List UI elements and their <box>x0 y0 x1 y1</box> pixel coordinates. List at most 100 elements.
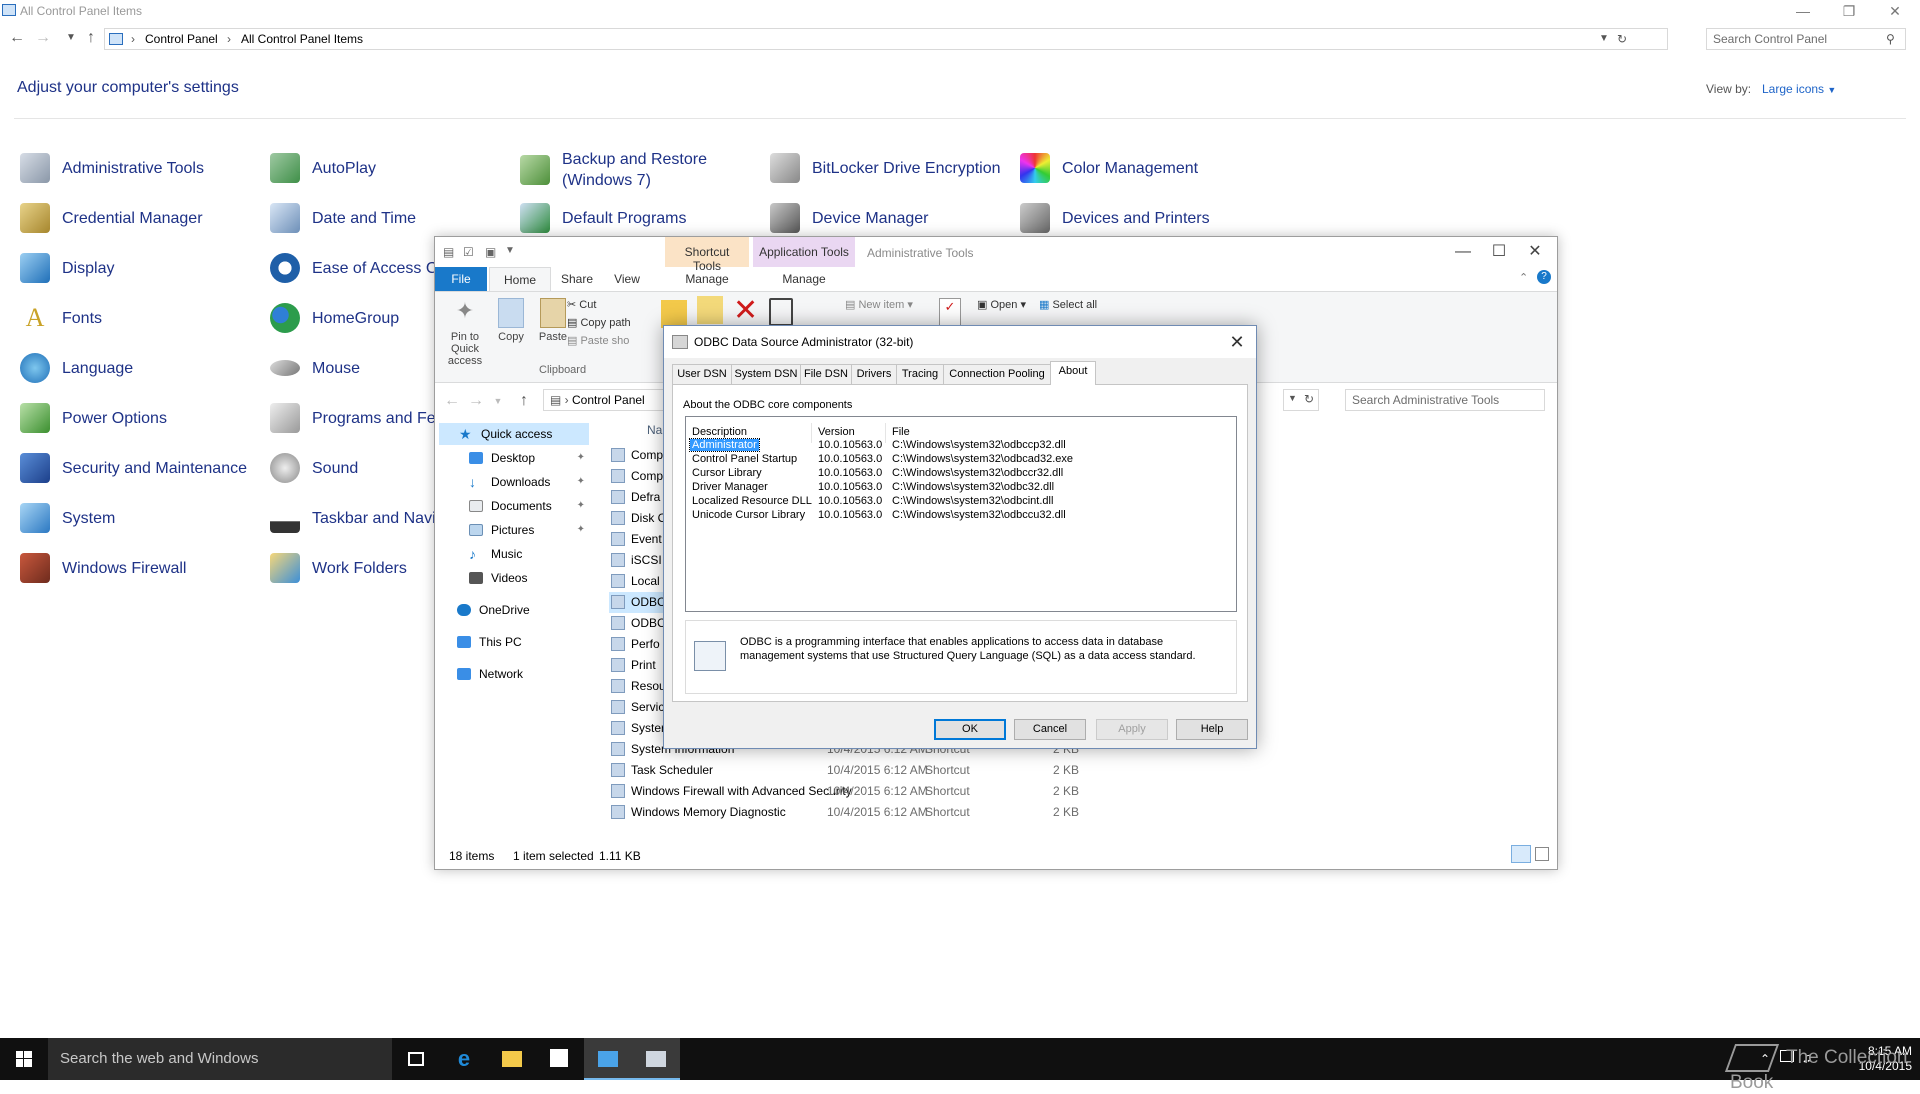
cp-item-color-management[interactable]: Color Management <box>1020 148 1198 188</box>
taskbar-control-panel-button[interactable] <box>584 1038 632 1080</box>
file-row[interactable]: Windows Memory Diagnostic 10/4/2015 6:12 … <box>609 802 1249 823</box>
cp-item-mouse[interactable]: Mouse <box>270 348 360 388</box>
cut-button[interactable]: ✂ Cut <box>567 298 596 311</box>
minimize-button[interactable]: — <box>1780 0 1826 22</box>
up-arrow-icon[interactable]: ↑ <box>82 28 100 48</box>
explorer-search-input[interactable]: Search Administrative Tools <box>1345 389 1545 411</box>
cp-item-ease-of-access[interactable]: Ease of Access Ce <box>270 248 446 288</box>
taskbar-edge-button[interactable]: e <box>440 1038 488 1080</box>
cp-item-sound[interactable]: Sound <box>270 448 358 488</box>
cp-item-autoplay[interactable]: AutoPlay <box>270 148 376 188</box>
copy-to-icon[interactable] <box>697 296 723 324</box>
close-button[interactable]: ✕ <box>1872 0 1918 22</box>
explorer-breadcrumb[interactable]: Control Panel <box>572 393 645 407</box>
move-to-icon[interactable] <box>661 300 687 328</box>
address-box[interactable]: › Control Panel › All Control Panel Item… <box>104 28 1668 50</box>
nav-network[interactable]: Network <box>435 663 591 685</box>
nav-desktop[interactable]: Desktop ✦ <box>435 447 591 469</box>
properties-icon[interactable]: ▤ <box>443 245 454 259</box>
component-row[interactable]: Unicode Cursor Library 10.0.10563.0 C:\Win… <box>686 507 1236 524</box>
cp-item-windows-firewall[interactable]: Windows Firewall <box>20 548 186 588</box>
nav-documents[interactable]: Documents ✦ <box>435 495 591 517</box>
qat-dropdown-icon[interactable]: ▼ <box>505 245 515 256</box>
cp-item-programs-features[interactable]: Programs and Fe <box>270 398 436 438</box>
taskbar-search-input[interactable]: Search the web and Windows <box>48 1038 392 1080</box>
tab-file[interactable]: File <box>435 267 487 291</box>
cp-item-devices-printers[interactable]: Devices and Printers <box>1020 198 1210 238</box>
file-row[interactable]: Windows Firewall with Advanced Security 1… <box>609 781 1249 802</box>
tab-share[interactable]: Share <box>553 267 601 291</box>
cp-item-default-programs[interactable]: Default Programs <box>520 198 687 238</box>
delete-icon[interactable]: ✕ <box>733 296 758 326</box>
tab-about[interactable]: About <box>1050 361 1096 385</box>
explorer-minimize-button[interactable]: — <box>1443 239 1483 265</box>
tab-manage-shortcut[interactable]: Manage <box>665 267 749 291</box>
address-dropdown-chevron-icon[interactable]: ▼ <box>1599 33 1609 44</box>
restore-button[interactable]: ❐ <box>1826 0 1872 22</box>
tab-manage-application[interactable]: Manage <box>753 267 855 291</box>
back-arrow-icon[interactable]: ← <box>8 28 26 48</box>
cp-item-bitlocker[interactable]: BitLocker Drive Encryption <box>770 148 1001 188</box>
taskbar-file-explorer-button[interactable] <box>488 1038 536 1080</box>
tab-system-dsn[interactable]: System DSN <box>731 364 801 384</box>
tab-view[interactable]: View <box>603 267 651 291</box>
cp-item-administrative-tools[interactable]: Administrative Tools <box>20 148 204 188</box>
help-icon[interactable]: ? <box>1537 270 1551 284</box>
cp-item-backup-restore[interactable]: Backup and Restore (Windows 7) <box>520 148 722 192</box>
nav-pictures[interactable]: Pictures ✦ <box>435 519 591 541</box>
checkbox-qat-icon[interactable]: ☑ <box>463 245 474 259</box>
cp-item-security-maintenance[interactable]: Security and Maintenance <box>20 448 247 488</box>
nav-downloads[interactable]: ↓ Downloads ✦ <box>435 471 591 493</box>
collapse-ribbon-icon[interactable]: ⌃ <box>1519 271 1528 284</box>
cp-item-fonts[interactable]: A Fonts <box>20 298 102 338</box>
explorer-address-chevron-icon[interactable]: ▼ <box>1288 393 1297 403</box>
tab-connection-pooling[interactable]: Connection Pooling <box>943 364 1051 384</box>
cp-item-date-time[interactable]: Date and Time <box>270 198 416 238</box>
breadcrumb-control-panel[interactable]: Control Panel <box>145 32 218 46</box>
new-folder-qat-icon[interactable]: ▣ <box>485 245 496 259</box>
file-row[interactable]: Task Scheduler 10/4/2015 6:12 AM Shortcut 2… <box>609 760 1249 781</box>
large-icons-view-icon[interactable] <box>1535 847 1549 861</box>
taskbar-store-button[interactable] <box>536 1038 584 1080</box>
select-all-button[interactable]: ▦ Select all <box>1039 298 1097 311</box>
tab-file-dsn[interactable]: File DSN <box>800 364 852 384</box>
cp-item-credential-manager[interactable]: Credential Manager <box>20 198 203 238</box>
cp-item-language[interactable]: Language <box>20 348 133 388</box>
explorer-recent-chevron-icon[interactable]: ▼ <box>489 391 507 411</box>
properties-check-icon[interactable]: ✓ <box>939 298 961 326</box>
nav-music[interactable]: ♪ Music <box>435 543 591 565</box>
start-button[interactable] <box>0 1038 48 1080</box>
tab-user-dsn[interactable]: User DSN <box>672 364 732 384</box>
paste-shortcut-button[interactable]: ▤ Paste sho <box>567 334 629 347</box>
cp-item-homegroup[interactable]: HomeGroup <box>270 298 399 338</box>
view-by-dropdown[interactable]: Large icons ▼ <box>1762 82 1836 96</box>
rename-icon[interactable] <box>769 298 793 326</box>
new-item-button[interactable]: ▤ New item ▾ <box>845 298 913 311</box>
explorer-back-icon[interactable]: ← <box>443 391 461 411</box>
nav-this-pc[interactable]: This PC <box>435 631 591 653</box>
explorer-close-button[interactable]: ✕ <box>1515 239 1555 265</box>
copy-path-button[interactable]: ▤ Copy path <box>567 316 631 329</box>
help-button[interactable]: Help <box>1176 719 1248 740</box>
nav-videos[interactable]: Videos <box>435 567 591 589</box>
apply-button[interactable]: Apply <box>1096 719 1168 740</box>
nav-onedrive[interactable]: OneDrive <box>435 599 591 621</box>
taskbar-admin-tools-button[interactable] <box>632 1038 680 1080</box>
details-view-icon[interactable] <box>1511 845 1531 863</box>
explorer-forward-icon[interactable]: → <box>467 391 485 411</box>
cp-item-power-options[interactable]: Power Options <box>20 398 167 438</box>
tab-tracing[interactable]: Tracing <box>896 364 944 384</box>
copy-button[interactable]: Copy <box>487 298 535 343</box>
cp-item-work-folders[interactable]: Work Folders <box>270 548 407 588</box>
control-panel-search-input[interactable]: Search Control Panel <box>1706 28 1906 50</box>
cp-item-system[interactable]: System <box>20 498 115 538</box>
task-view-button[interactable] <box>392 1038 440 1080</box>
breadcrumb-all-items[interactable]: All Control Panel Items <box>241 32 363 46</box>
ok-button[interactable]: OK <box>934 719 1006 740</box>
tab-home[interactable]: Home <box>489 267 551 291</box>
explorer-refresh-icon[interactable]: ↻ <box>1304 392 1314 406</box>
cp-item-taskbar-navigation[interactable]: Taskbar and Navig <box>270 498 445 538</box>
tab-drivers[interactable]: Drivers <box>851 364 897 384</box>
odbc-close-button[interactable]: ✕ <box>1220 328 1254 356</box>
cp-item-device-manager[interactable]: Device Manager <box>770 198 929 238</box>
